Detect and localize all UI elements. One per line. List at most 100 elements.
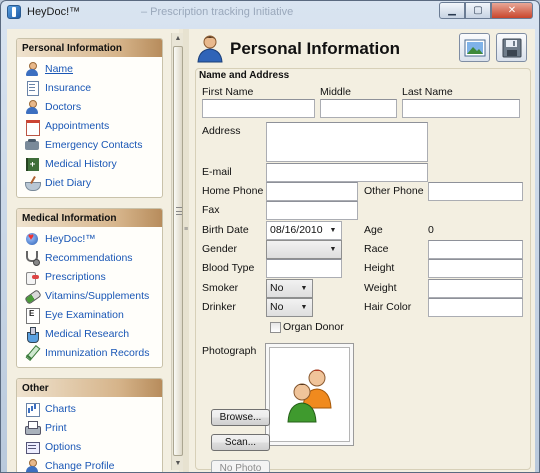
email-label: E-mail	[202, 166, 232, 178]
sidebar-item-label: Name	[45, 62, 74, 75]
syringe-icon	[24, 345, 40, 361]
photo-frame[interactable]	[265, 343, 354, 446]
medical-book-icon	[24, 156, 40, 172]
sidebar-item-medical-research[interactable]: Medical Research	[17, 324, 162, 343]
calendar-icon	[24, 118, 40, 136]
person-header-icon	[197, 35, 223, 63]
drinker-dropdown[interactable]: No ▼	[266, 298, 313, 317]
page-title: Personal Information	[230, 39, 401, 58]
options-icon	[24, 439, 40, 455]
sidebar-item-label: Recommendations	[45, 251, 133, 264]
hair-color-field[interactable]	[428, 298, 523, 317]
close-button[interactable]: ✕	[491, 2, 533, 19]
background-window-title: – Prescription tracking Initiative	[141, 6, 294, 18]
sidebar-item-diet-diary[interactable]: Diet Diary	[17, 173, 162, 192]
sidebar-item-change-profile[interactable]: Change Profile	[17, 456, 162, 472]
people-placeholder-icon	[287, 369, 332, 423]
sidebar-item-heydoc[interactable]: HeyDoc!™	[17, 229, 162, 248]
sidebar-item-emergency-contacts[interactable]: Emergency Contacts	[17, 135, 162, 154]
scrollbar-thumb[interactable]	[173, 46, 183, 456]
first-name-label: First Name	[202, 86, 254, 98]
client-area: Personal Information Name Insurance Doct…	[7, 29, 535, 472]
sidebar-item-label: Insurance	[45, 81, 92, 94]
sidebar-item-label: Vitamins/Supplements	[45, 289, 150, 302]
eye-chart-icon	[24, 307, 40, 324]
minimize-button[interactable]: ▁	[439, 2, 465, 19]
middle-name-label: Middle	[320, 86, 351, 98]
organ-donor-checkbox[interactable]	[270, 322, 281, 333]
sidebar-item-print[interactable]: Print	[17, 418, 162, 437]
sidebar-item-label: Charts	[45, 402, 76, 415]
sidebar-item-name[interactable]: Name	[17, 59, 162, 78]
group-other: Other Charts Print Options Change Profil…	[16, 378, 163, 472]
sidebar-item-label: Print	[45, 421, 67, 434]
race-label: Race	[364, 243, 389, 255]
flask-icon	[24, 326, 40, 343]
sidebar-item-label: Prescriptions	[45, 270, 106, 283]
blood-type-label: Blood Type	[202, 262, 255, 274]
fax-label: Fax	[202, 204, 220, 216]
gender-dropdown[interactable]: ▼	[266, 240, 342, 259]
chevron-down-icon: ▼	[329, 246, 337, 253]
sidebar-item-options[interactable]: Options	[17, 437, 162, 456]
splitter-grip-icon: ≡	[184, 226, 189, 233]
floppy-disk-icon	[502, 38, 521, 57]
document-icon	[24, 80, 40, 96]
middle-name-field[interactable]	[320, 99, 397, 118]
heydoc-icon	[24, 231, 40, 247]
email-field[interactable]	[266, 163, 428, 182]
title-bar[interactable]: HeyDoc!™ – Prescription tracking Initiat…	[1, 1, 539, 23]
address-field[interactable]	[266, 122, 428, 162]
group-header: Medical Information	[17, 209, 162, 227]
sidebar-item-charts[interactable]: Charts	[17, 399, 162, 418]
smoker-value: No	[270, 282, 284, 294]
photograph-label: Photograph	[202, 345, 257, 357]
sidebar-item-label: Medical History	[45, 157, 117, 170]
chart-icon	[24, 401, 40, 417]
sidebar-item-eye-examination[interactable]: Eye Examination	[17, 305, 162, 324]
no-photo-button[interactable]: No Photo	[211, 460, 270, 472]
sidebar-item-prescriptions[interactable]: Prescriptions	[17, 267, 162, 286]
fax-field[interactable]	[266, 201, 358, 220]
birth-date-picker[interactable]: 08/16/2010 ▼	[266, 221, 342, 240]
smoker-dropdown[interactable]: No ▼	[266, 279, 313, 298]
app-logo-icon	[7, 5, 21, 19]
race-field[interactable]	[428, 240, 523, 259]
sidebar-item-appointments[interactable]: Appointments	[17, 116, 162, 136]
weight-label: Weight	[364, 282, 397, 294]
stethoscope-icon	[24, 250, 40, 266]
other-phone-field[interactable]	[428, 182, 523, 201]
height-field[interactable]	[428, 259, 523, 278]
last-name-field[interactable]	[402, 99, 520, 118]
sidebar-item-vitamins-supplements[interactable]: Vitamins/Supplements	[17, 286, 162, 305]
sidebar-item-immunization-records[interactable]: Immunization Records	[17, 343, 162, 362]
other-phone-label: Other Phone	[364, 185, 424, 197]
maximize-button[interactable]: ▢	[465, 2, 491, 19]
picture-icon	[464, 39, 485, 56]
profile-icon	[24, 458, 40, 472]
sidebar-item-doctors[interactable]: Doctors	[17, 97, 162, 116]
browse-button[interactable]: Browse...	[211, 409, 270, 426]
maximize-icon: ▢	[473, 5, 483, 16]
weight-field[interactable]	[428, 279, 523, 298]
sidebar-item-insurance[interactable]: Insurance	[17, 78, 162, 97]
home-phone-field[interactable]	[266, 182, 358, 201]
name-and-address-section: Name and Address First Name Middle Last …	[195, 68, 531, 472]
sidebar-item-label: Medical Research	[45, 327, 130, 340]
capsule-icon	[24, 288, 40, 304]
sidebar-item-medical-history[interactable]: Medical History	[17, 154, 162, 173]
close-icon: ✕	[507, 5, 517, 16]
smoker-label: Smoker	[202, 282, 239, 294]
scan-button[interactable]: Scan...	[211, 434, 270, 451]
blood-type-field[interactable]	[266, 259, 342, 278]
photo-button[interactable]	[459, 33, 490, 62]
drinker-value: No	[270, 301, 284, 313]
address-label: Address	[202, 125, 241, 137]
sidebar-item-label: Change Profile	[45, 459, 115, 472]
save-button[interactable]	[496, 33, 527, 62]
sidebar-item-recommendations[interactable]: Recommendations	[17, 248, 162, 267]
group-medical-information: Medical Information HeyDoc!™ Recommendat…	[16, 208, 163, 368]
age-label: Age	[364, 224, 383, 236]
first-name-field[interactable]	[202, 99, 315, 118]
sidebar-scrollbar[interactable]: ▲ ▼	[171, 33, 183, 470]
